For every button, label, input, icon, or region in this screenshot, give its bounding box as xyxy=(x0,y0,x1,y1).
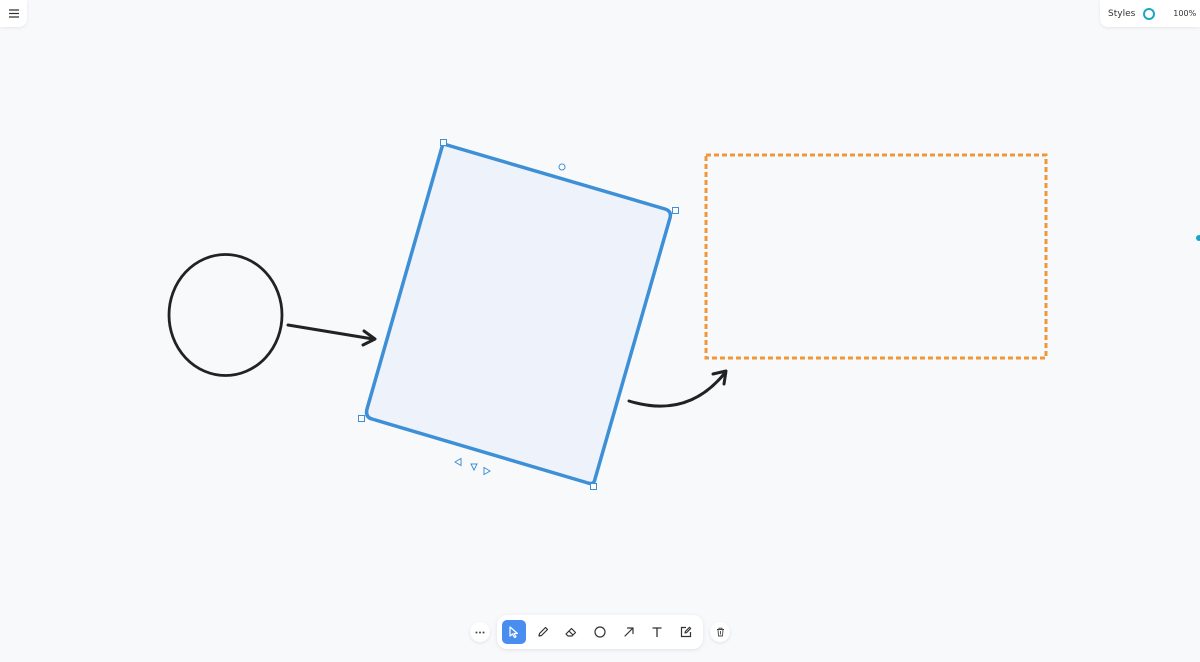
eraser-icon xyxy=(565,627,577,637)
align-handle-left-icon[interactable] xyxy=(454,457,462,467)
select-tool-button[interactable] xyxy=(502,620,526,644)
main-menu-button[interactable] xyxy=(0,0,27,27)
tool-toolbar xyxy=(497,615,703,649)
text-icon xyxy=(652,627,662,637)
resize-handle-bottom-right[interactable] xyxy=(590,483,597,490)
resize-handle-bottom-left[interactable] xyxy=(358,415,365,422)
curved-arrow-shape[interactable] xyxy=(627,369,728,408)
collaborator-indicator xyxy=(1196,235,1200,241)
trash-icon xyxy=(716,627,724,637)
text-tool-button[interactable] xyxy=(646,620,670,644)
drawing-canvas[interactable] xyxy=(0,0,1200,658)
draw-tool-button[interactable] xyxy=(531,620,555,644)
ellipse-tool-button[interactable] xyxy=(588,620,612,644)
note-tool-button[interactable] xyxy=(674,620,698,644)
styles-button[interactable]: Styles xyxy=(1108,9,1135,19)
style-color-swatch[interactable] xyxy=(1143,7,1156,20)
delete-button[interactable] xyxy=(710,622,730,642)
hamburger-menu-icon xyxy=(8,9,19,18)
selected-rectangle-shape[interactable] xyxy=(364,142,673,486)
align-handle-center-icon[interactable] xyxy=(470,463,478,472)
arrow-shape[interactable] xyxy=(286,323,377,347)
ellipse-shape[interactable] xyxy=(167,253,284,377)
arrow-tool-button[interactable] xyxy=(617,620,641,644)
dashed-rectangle-shape[interactable] xyxy=(704,153,1048,360)
pencil-icon xyxy=(537,626,548,637)
cursor-icon xyxy=(509,626,518,639)
align-handle-right-icon[interactable] xyxy=(483,466,491,476)
more-horizontal-icon xyxy=(475,631,485,633)
edit-note-icon xyxy=(681,626,692,638)
rotate-handle[interactable] xyxy=(558,163,566,171)
resize-handle-top-left[interactable] xyxy=(440,139,447,146)
arrow-icon xyxy=(624,627,634,637)
more-options-button[interactable] xyxy=(470,622,490,642)
circle-icon xyxy=(594,626,606,638)
resize-handle-top-right[interactable] xyxy=(672,207,679,214)
eraser-tool-button[interactable] xyxy=(559,620,583,644)
zoom-level[interactable]: 100% xyxy=(1173,9,1196,18)
style-zoom-panel: Styles 100% xyxy=(1100,0,1200,27)
canvas-svg xyxy=(167,139,1048,490)
